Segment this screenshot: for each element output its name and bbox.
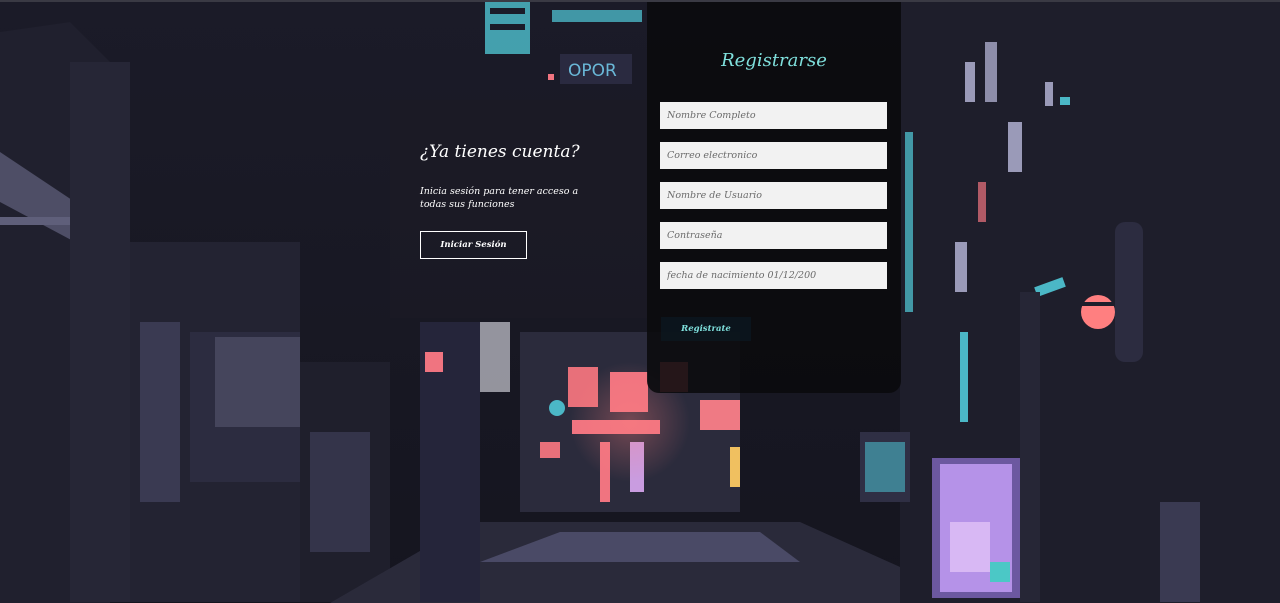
- login-button[interactable]: Iniciar Sesión: [420, 231, 527, 259]
- username-input[interactable]: [660, 182, 887, 209]
- register-title: Registrarse: [721, 50, 827, 71]
- full-name-input[interactable]: [660, 102, 887, 129]
- email-input[interactable]: [660, 142, 887, 169]
- password-input[interactable]: [660, 222, 887, 249]
- opor-sign-text: OPOR: [568, 61, 617, 81]
- register-button[interactable]: Registrate: [661, 317, 751, 341]
- birthdate-input[interactable]: [660, 262, 887, 289]
- login-description: Inicia sesión para tener acceso a todas …: [420, 186, 579, 210]
- login-title: ¿Ya tienes cuenta?: [420, 142, 580, 162]
